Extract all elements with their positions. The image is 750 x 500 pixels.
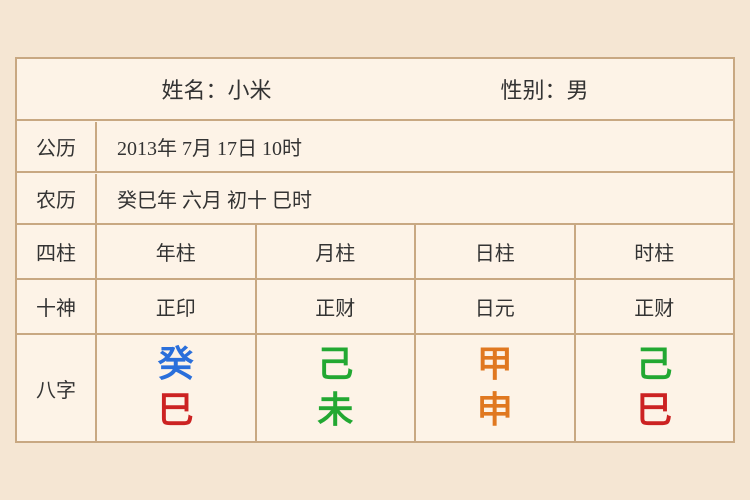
columns-row: 四柱 年柱 月柱 日柱 时柱	[17, 225, 733, 280]
shishen-hour: 正财	[576, 280, 734, 333]
month-column-label: 月柱	[257, 225, 417, 278]
name-label: 姓名：小米	[161, 73, 271, 105]
bazhi-hour-bottom: 巳	[636, 391, 672, 431]
columns-label: 四柱	[17, 225, 97, 278]
bazhi-hour-cell: 己 巳	[576, 335, 734, 440]
bazhi-row: 八字 癸 巳 己 未 甲 申 己 巳	[17, 335, 733, 440]
bazhi-month-top: 己	[317, 345, 353, 385]
main-container: 姓名：小米 性别：男 公历 2013年 7月 17日 10时 农历 癸巳年 六月…	[15, 57, 735, 442]
hour-column-label: 时柱	[576, 225, 734, 278]
bazhi-day-cell: 甲 申	[416, 335, 576, 440]
bazhi-month-bottom: 未	[317, 391, 353, 431]
bazhi-month-cell: 己 未	[257, 335, 417, 440]
year-column-label: 年柱	[97, 225, 257, 278]
shishen-year: 正印	[97, 280, 257, 333]
shishen-row: 十神 正印 正财 日元 正财	[17, 280, 733, 335]
bazhi-day-bottom: 申	[477, 391, 513, 431]
bazhi-year-cell: 癸 巳	[97, 335, 257, 440]
gregorian-row: 公历 2013年 7月 17日 10时	[17, 121, 733, 173]
bazhi-hour-top: 己	[636, 345, 672, 385]
lunar-label: 农历	[17, 174, 97, 223]
lunar-value: 癸巳年 六月 初十 巳时	[97, 174, 733, 223]
bazhi-year-bottom: 巳	[158, 391, 194, 431]
gregorian-value: 2013年 7月 17日 10时	[97, 122, 733, 171]
bazhi-year-top: 癸	[158, 345, 194, 385]
shishen-label: 十神	[17, 280, 97, 333]
shishen-month: 正财	[257, 280, 417, 333]
lunar-row: 农历 癸巳年 六月 初十 巳时	[17, 173, 733, 225]
bazhi-label: 八字	[17, 335, 97, 440]
gender-label: 性别：男	[500, 73, 588, 105]
shishen-day: 日元	[416, 280, 576, 333]
day-column-label: 日柱	[416, 225, 576, 278]
gregorian-label: 公历	[17, 122, 97, 171]
bazhi-day-top: 甲	[477, 345, 513, 385]
header-row: 姓名：小米 性别：男	[17, 59, 733, 121]
